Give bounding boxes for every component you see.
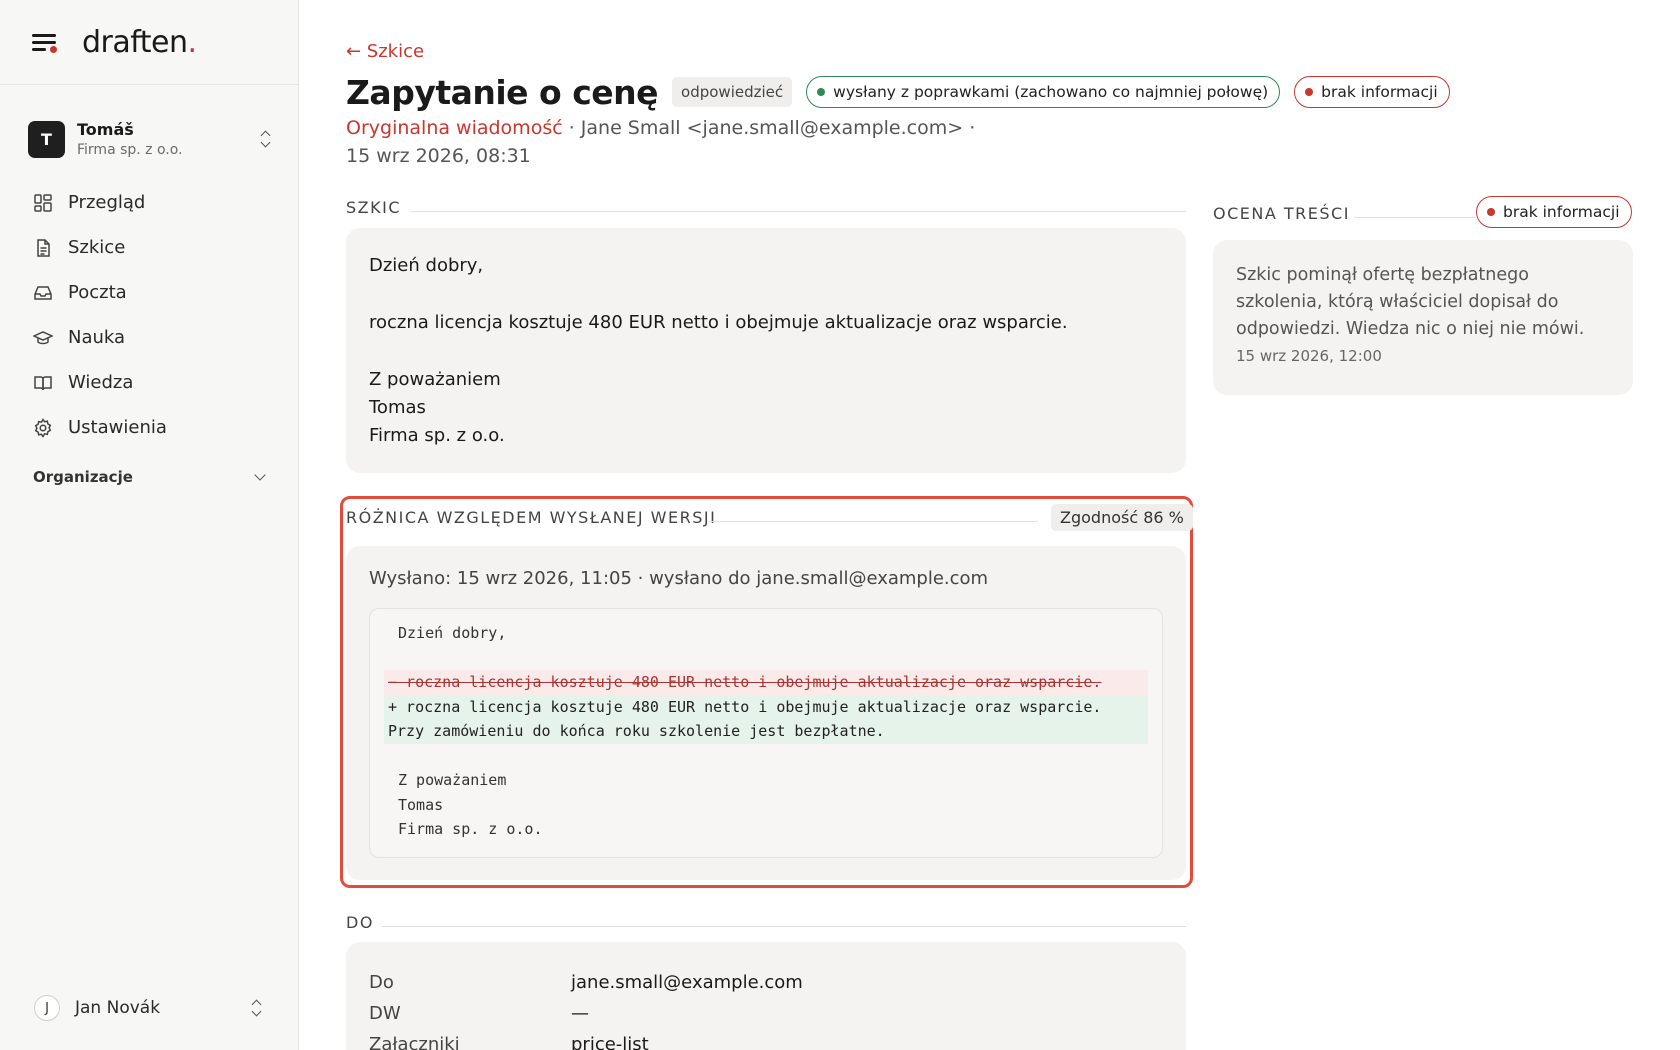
sidebar-item-label: Ustawienia <box>68 417 167 438</box>
book-icon <box>33 373 53 393</box>
sidebar-item-label: Poczta <box>68 282 127 303</box>
review-date: 15 wrz 2026, 12:00 <box>1236 347 1382 365</box>
recipient-key: Do <box>369 972 394 993</box>
draft-card: Dzień dobry, roczna licencja kosztuje 48… <box>346 228 1186 473</box>
draft-signature-name: Tomas <box>369 397 426 418</box>
diff-code-box: Dzień dobry, − roczna licencja kosztuje … <box>369 608 1163 858</box>
account-company: Firma sp. z o.o. <box>77 142 183 158</box>
message-meta: Oryginalna wiadomość · Jane Small <jane.… <box>346 114 986 170</box>
similarity-score-badge: Zgodność 86 % <box>1051 504 1193 531</box>
sidebar-item-drafts[interactable]: Szkice <box>24 225 274 270</box>
recipients-section-label: DO <box>346 913 374 932</box>
diff-card: Wysłano: 15 wrz 2026, 11:05 · wysłano do… <box>346 546 1186 880</box>
review-section-label: OCENA TREŚCI <box>1213 204 1350 223</box>
inbox-icon <box>33 283 53 303</box>
diff-line-blank <box>384 646 1148 671</box>
menu-icon[interactable] <box>32 31 58 53</box>
section-divider <box>382 926 1186 927</box>
diff-line: Z poważaniem <box>398 771 507 789</box>
recipient-key: DW <box>369 1003 401 1024</box>
review-info-badge: brak informacji <box>1476 196 1632 228</box>
info-badge-label: brak informacji <box>1321 83 1438 101</box>
draft-signature-company: Firma sp. z o.o. <box>369 425 505 446</box>
sidebar: draften. T Tomáš Firma sp. z o.o. Przegl… <box>0 0 299 1050</box>
sidebar-item-overview[interactable]: Przegląd <box>24 180 274 225</box>
status-dot-icon <box>1487 208 1495 216</box>
type-tag: odpowiedzieć <box>672 77 793 107</box>
user-name: Jan Novák <box>75 998 161 1018</box>
sidebar-item-settings[interactable]: Ustawienia <box>24 405 274 450</box>
chevron-down-icon <box>254 469 266 481</box>
sidebar-item-label: Nauka <box>68 327 126 348</box>
section-divider <box>708 521 1038 522</box>
recipient-value: — <box>571 1003 589 1024</box>
chevron-up-down-icon <box>250 999 264 1017</box>
recipient-row: DW — <box>369 998 1163 1029</box>
review-card: Szkic pominął ofertę bezpłatnego szkolen… <box>1213 240 1633 395</box>
dashboard-icon <box>33 193 53 213</box>
organizations-toggle[interactable]: Organizacje <box>33 468 268 486</box>
diff-line: Firma sp. z o.o. <box>398 820 543 838</box>
draft-greeting: Dzień dobry, <box>369 255 484 276</box>
chevron-up-down-icon <box>259 130 273 148</box>
gear-icon <box>33 417 53 438</box>
diff-line-added: Przy zamówieniu do końca roku szkolenie … <box>384 719 1148 744</box>
section-divider <box>411 211 1186 212</box>
review-text: Szkic pominął ofertę bezpłatnego szkolen… <box>1236 265 1585 339</box>
sidebar-item-knowledge[interactable]: Wiedza <box>24 360 274 405</box>
recipient-value: jane.small@example.com <box>571 972 803 993</box>
attachment-link[interactable]: price-list <box>571 1034 649 1050</box>
avatar: J <box>34 995 60 1021</box>
account-name: Tomáš <box>77 120 134 139</box>
status-dot-icon <box>1305 88 1314 96</box>
section-divider <box>1354 217 1476 218</box>
recipients-card: Do jane.small@example.com DW — Załącznik… <box>346 942 1186 1050</box>
sidebar-item-label: Przegląd <box>68 192 146 213</box>
sidebar-nav: Przegląd Szkice Poczta Nauka Wiedza Usta… <box>24 180 274 450</box>
diff-line: Dzień dobry, <box>398 624 507 642</box>
diff-line-removed: − roczna licencja kosztuje 480 EUR netto… <box>384 670 1148 695</box>
draft-body: roczna licencja kosztuje 480 EUR netto i… <box>369 312 1068 333</box>
recipient-row: Do jane.small@example.com <box>369 967 1163 998</box>
organizations-label: Organizacje <box>33 468 133 486</box>
review-badge-label: brak informacji <box>1503 203 1620 221</box>
status-badge: wysłany z poprawkami (zachowano co najmn… <box>806 76 1281 108</box>
document-icon <box>33 238 53 258</box>
graduation-cap-icon <box>33 328 53 348</box>
back-to-drafts-link[interactable]: ← Szkice <box>346 41 424 62</box>
account-switcher[interactable]: T Tomáš Firma sp. z o.o. <box>28 118 273 160</box>
diff-line-blank <box>384 744 1148 769</box>
status-badge-label: wysłany z poprawkami (zachowano co najmn… <box>833 83 1269 101</box>
logo[interactable]: draften. <box>82 25 197 60</box>
sidebar-item-mail[interactable]: Poczta <box>24 270 274 315</box>
recipient-key: Załączniki <box>369 1034 460 1050</box>
user-menu[interactable]: J Jan Novák <box>34 993 264 1023</box>
diff-line: Tomas <box>398 795 444 814</box>
sidebar-item-label: Szkice <box>68 237 126 258</box>
draft-section-label: SZKIC <box>346 198 401 217</box>
recipient-row: Załączniki price-list <box>369 1029 1163 1050</box>
sent-info: Wysłano: 15 wrz 2026, 11:05 · wysłano do… <box>369 568 989 589</box>
info-badge: brak informacji <box>1294 76 1450 108</box>
sidebar-item-learning[interactable]: Nauka <box>24 315 274 360</box>
diff-line-added: + roczna licencja kosztuje 480 EUR netto… <box>384 694 1148 719</box>
diff-section-label: RÓŻNICA WZGLĘDEM WYSŁANEJ WERSJI <box>346 508 717 527</box>
title-row: Zapytanie o cenę odpowiedzieć wysłany z … <box>346 72 1450 112</box>
sidebar-item-label: Wiedza <box>68 372 134 393</box>
draft-closing: Z poważaniem <box>369 369 501 390</box>
account-avatar: T <box>28 120 65 158</box>
brand-bar: draften. <box>0 0 298 85</box>
page-title: Zapytanie o cenę <box>346 72 659 112</box>
status-dot-icon <box>817 88 826 96</box>
original-message-link[interactable]: Oryginalna wiadomość <box>346 117 563 139</box>
